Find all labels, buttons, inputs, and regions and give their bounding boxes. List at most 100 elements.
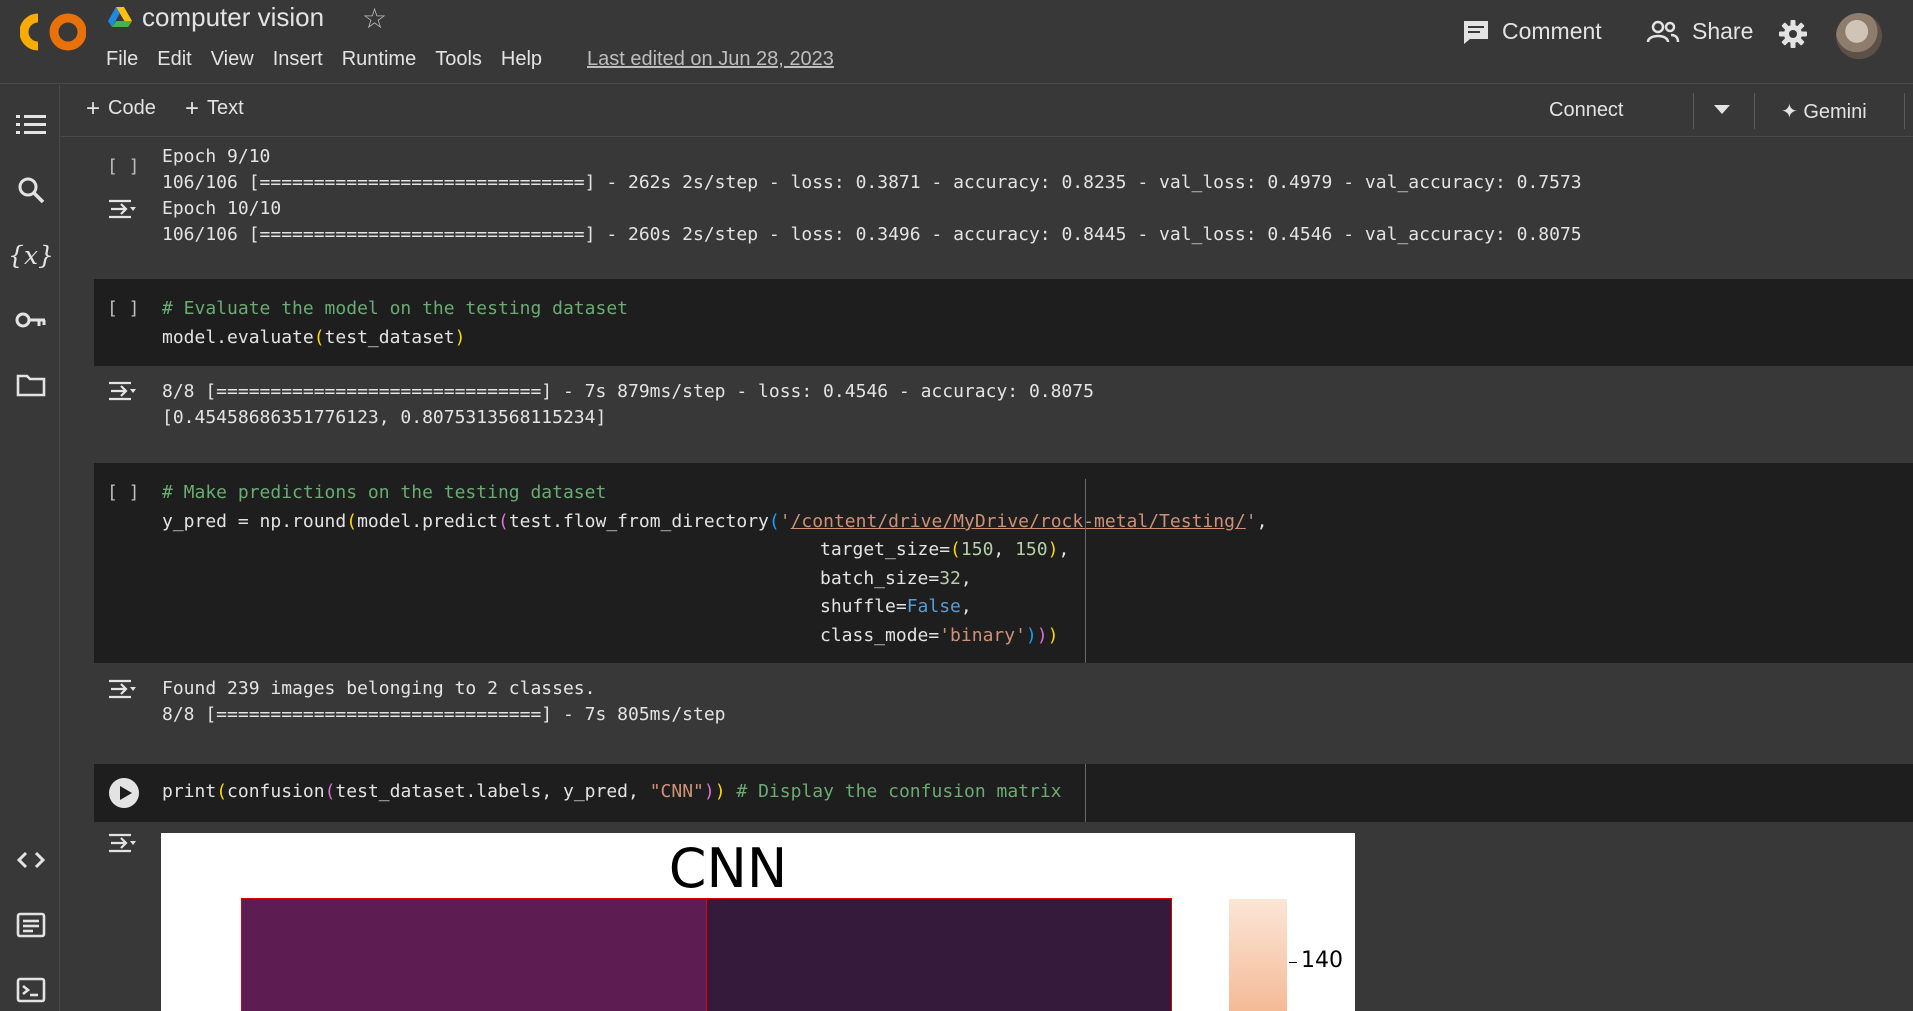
matrix-cell-1	[706, 898, 1172, 1011]
last-edited-link[interactable]: Last edited on Jun 28, 2023	[587, 48, 834, 71]
code-token: (	[950, 539, 961, 560]
code-token: ,	[960, 596, 972, 617]
comment-button[interactable]: Comment	[1462, 18, 1602, 45]
gear-icon[interactable]	[1779, 20, 1807, 48]
output-line: Epoch 10/10	[162, 198, 282, 219]
sparkle-icon: ✦	[1781, 101, 1804, 123]
output-actions-icon[interactable]	[107, 380, 137, 402]
menu-view[interactable]: View	[211, 48, 254, 71]
code-line[interactable]: target_size=(150, 150),	[820, 539, 1069, 560]
code-line[interactable]: model.evaluate(test_dataset)	[162, 327, 465, 348]
search-icon[interactable]	[14, 173, 48, 207]
code-token: ,	[1058, 539, 1070, 560]
menu-bar: File Edit View Insert Runtime Tools Help	[106, 48, 561, 71]
code-token: )	[1047, 539, 1059, 560]
output-actions-icon[interactable]	[107, 678, 137, 700]
code-comment: # Display the confusion matrix	[725, 781, 1062, 802]
notebook-content[interactable]: [ ] Epoch 9/10 106/106 [================…	[61, 138, 1913, 1011]
code-token: test_dataset.labels, y_pred,	[335, 781, 650, 802]
chevron-down-icon[interactable]	[1714, 105, 1730, 115]
avatar[interactable]	[1836, 13, 1882, 59]
plus-icon: +	[185, 94, 200, 122]
gemini-label: Gemini	[1803, 101, 1867, 123]
output-line: 106/106 [==============================]…	[162, 224, 1582, 245]
code-line[interactable]: # Evaluate the model on the testing data…	[162, 298, 628, 319]
menu-help[interactable]: Help	[501, 48, 542, 71]
terminal-icon[interactable]	[14, 973, 48, 1007]
code-token: (	[346, 511, 358, 532]
training-output	[94, 138, 1913, 278]
code-token: (	[216, 781, 228, 802]
secrets-key-icon[interactable]	[14, 303, 48, 337]
menu-tools[interactable]: Tools	[435, 48, 482, 71]
code-token: )	[1036, 625, 1048, 646]
ruler-line	[1085, 479, 1086, 663]
code-line[interactable]: y_pred = np.round(model.predict(test.flo…	[162, 511, 1267, 532]
run-cell-button[interactable]	[109, 778, 139, 808]
output-line: 106/106 [==============================]…	[162, 172, 1582, 193]
gemini-button[interactable]: ✦ Gemini	[1781, 99, 1867, 124]
files-folder-icon[interactable]	[14, 368, 48, 402]
share-button[interactable]: Share	[1646, 18, 1753, 45]
code-line[interactable]: class_mode='binary')))	[820, 625, 1058, 646]
code-line[interactable]: # Make predictions on the testing datase…	[162, 482, 606, 503]
comment-icon	[1464, 20, 1488, 44]
code-token: "CNN"	[649, 781, 704, 802]
code-token: class_mode=	[820, 625, 940, 646]
code-token: 'binary'	[939, 625, 1026, 646]
ruler-line	[1085, 764, 1086, 822]
output-actions-icon[interactable]	[107, 832, 137, 854]
code-line[interactable]: batch_size=32,	[820, 568, 972, 589]
code-token: ,	[960, 568, 972, 589]
variables-icon[interactable]: {x}	[8, 238, 54, 272]
code-token: 150	[1015, 539, 1048, 560]
code-token: model.evaluate	[162, 327, 314, 348]
menu-edit[interactable]: Edit	[157, 48, 191, 71]
output-line: [0.45458686351776123, 0.8075313568115234…	[162, 407, 607, 428]
code-cell-evaluate[interactable]	[94, 279, 1913, 366]
code-line[interactable]: print(confusion(test_dataset.labels, y_p…	[162, 781, 1062, 802]
menu-file[interactable]: File	[106, 48, 138, 71]
output-line: 8/8 [==============================] - 7…	[162, 704, 726, 725]
path-link[interactable]: /rock-metal/Testing/	[1029, 511, 1246, 532]
code-token: '	[1245, 511, 1257, 532]
menu-runtime[interactable]: Runtime	[342, 48, 416, 71]
code-token: (	[497, 511, 509, 532]
code-token: 32	[939, 568, 961, 589]
add-text-button[interactable]: + Text	[185, 94, 244, 122]
command-palette-icon[interactable]	[14, 908, 48, 942]
share-label: Share	[1692, 18, 1754, 44]
code-token: '	[779, 511, 791, 532]
code-token: (	[768, 511, 780, 532]
connect-button[interactable]: Connect	[1549, 99, 1624, 122]
output-line: Epoch 9/10	[162, 146, 271, 167]
code-token: )	[714, 781, 726, 802]
colab-logo[interactable]	[20, 12, 86, 52]
code-snippets-icon[interactable]	[14, 843, 48, 877]
cell-run-bracket[interactable]: [ ]	[107, 482, 140, 503]
menu-insert[interactable]: Insert	[273, 48, 323, 71]
code-token: False	[906, 596, 961, 617]
toolbar-divider	[1693, 93, 1694, 129]
google-drive-icon[interactable]	[108, 6, 132, 28]
add-code-button[interactable]: + Code	[86, 96, 156, 120]
colorbar-tick	[1289, 962, 1297, 963]
code-line[interactable]: shuffle=False,	[820, 596, 972, 617]
code-comment: # Evaluate the model on the testing data…	[162, 298, 628, 319]
comment-label: Comment	[1502, 18, 1602, 44]
people-icon	[1646, 20, 1680, 42]
output-actions-icon[interactable]	[107, 198, 137, 220]
path-link[interactable]: /content/drive/MyDrive	[791, 511, 1029, 532]
code-token: ,	[1256, 511, 1268, 532]
cell-run-bracket[interactable]: [ ]	[107, 156, 140, 177]
notebook-title[interactable]: computer vision	[142, 2, 324, 33]
toolbar-divider	[1754, 93, 1755, 129]
cell-run-bracket[interactable]: [ ]	[107, 298, 140, 319]
table-of-contents-icon[interactable]	[14, 108, 48, 142]
star-icon[interactable]: ☆	[362, 2, 387, 35]
left-rail: {x}	[0, 85, 60, 1011]
code-token: )	[454, 327, 466, 348]
confusion-matrix-figure: CNN 140	[161, 833, 1355, 1011]
clipped-output-line	[162, 138, 1213, 141]
colorbar	[1229, 899, 1287, 1011]
